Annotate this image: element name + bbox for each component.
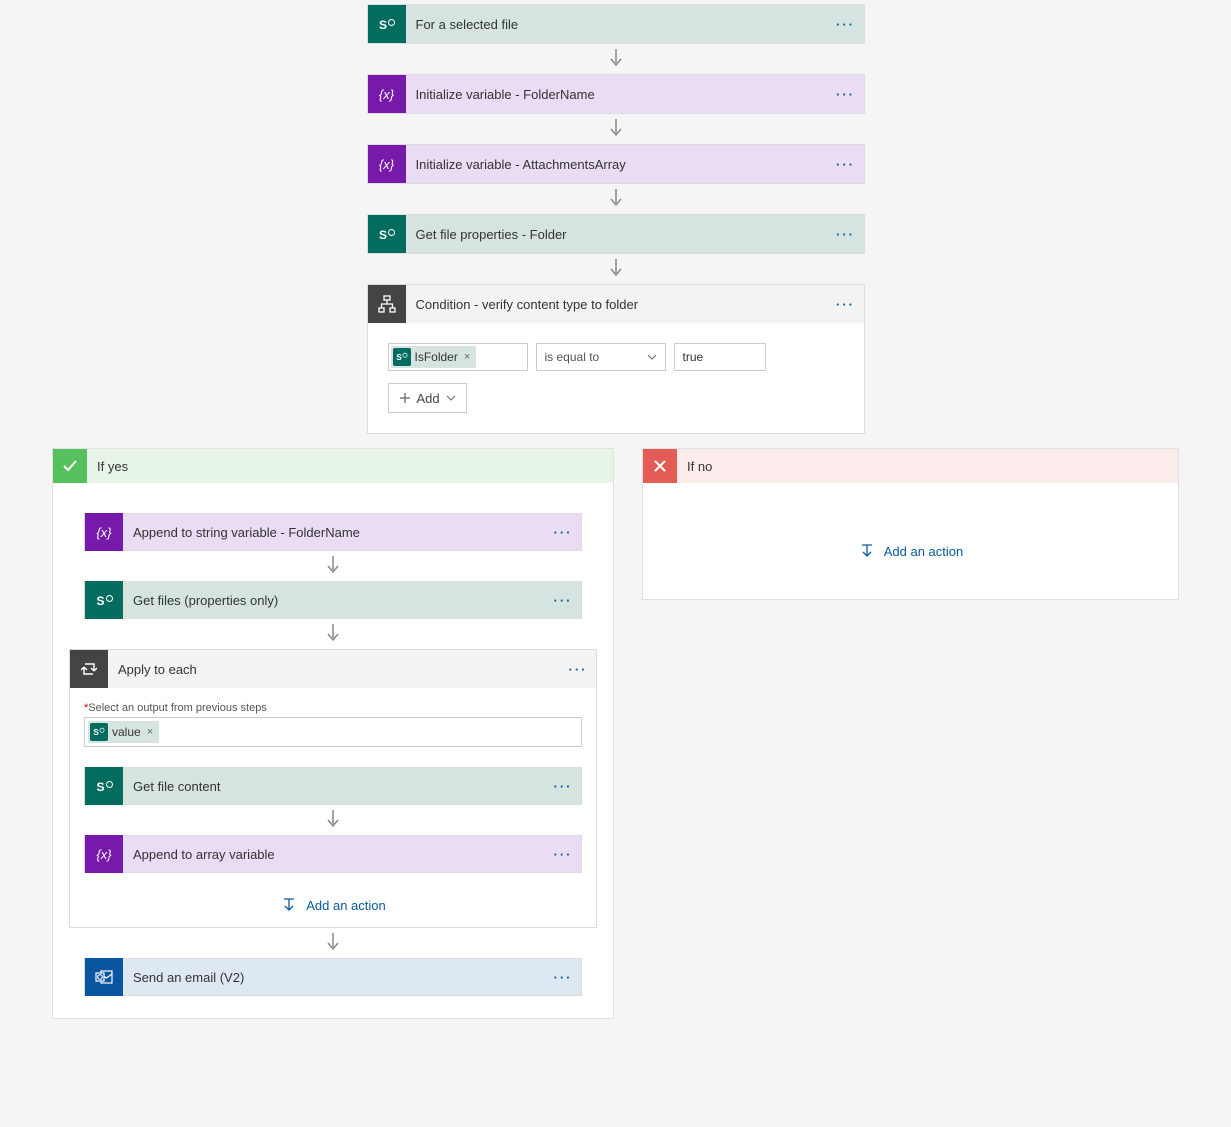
branch-header-no: If no: [643, 449, 1178, 483]
step-send-email[interactable]: Send an email (V2) ···: [84, 958, 582, 996]
more-icon[interactable]: ···: [545, 593, 581, 608]
more-icon[interactable]: ···: [560, 662, 596, 677]
flow-arrow: [325, 551, 341, 581]
step-title: Append to array variable: [123, 847, 545, 862]
more-icon[interactable]: ···: [828, 87, 864, 102]
chip-remove-icon[interactable]: ×: [464, 351, 470, 363]
more-icon[interactable]: ···: [545, 779, 581, 794]
sharepoint-icon: [85, 581, 123, 619]
add-condition-button[interactable]: Add: [388, 383, 467, 413]
add-action-button[interactable]: Add an action: [858, 543, 964, 559]
branch-label: If no: [677, 459, 712, 474]
step-title: Condition - verify content type to folde…: [406, 297, 828, 312]
add-action-label: Add an action: [306, 898, 386, 913]
step-condition[interactable]: Condition - verify content type to folde…: [367, 284, 865, 434]
add-label: Add: [417, 391, 440, 406]
chevron-down-icon: [446, 395, 456, 401]
step-init-foldername[interactable]: {x} Initialize variable - FolderName ···: [367, 74, 865, 114]
flow-arrow: [325, 928, 341, 958]
more-icon[interactable]: ···: [545, 847, 581, 862]
step-get-file-properties[interactable]: Get file properties - Folder ···: [367, 214, 865, 254]
step-title: Initialize variable - FolderName: [406, 87, 828, 102]
step-init-attachmentsarray[interactable]: {x} Initialize variable - AttachmentsArr…: [367, 144, 865, 184]
step-append-string[interactable]: {x} Append to string variable - FolderNa…: [84, 513, 582, 551]
dynamic-content-chip[interactable]: value ×: [88, 721, 159, 743]
step-title: Get file properties - Folder: [406, 227, 828, 242]
condition-operator-select[interactable]: is equal to: [536, 343, 666, 371]
flow-arrow: [608, 44, 624, 74]
step-get-files[interactable]: Get files (properties only) ···: [84, 581, 582, 619]
loop-icon: [70, 650, 108, 688]
branch-if-no: If no Add an action: [642, 448, 1179, 600]
sharepoint-icon: [85, 767, 123, 805]
step-append-array[interactable]: {x} Append to array variable ···: [84, 835, 582, 873]
step-title: Get files (properties only): [123, 593, 545, 608]
add-action-button[interactable]: Add an action: [280, 897, 386, 913]
chip-label: value: [112, 725, 141, 739]
condition-lhs-input[interactable]: IsFolder ×: [388, 343, 528, 371]
sharepoint-icon: [393, 348, 411, 366]
dynamic-content-chip[interactable]: IsFolder ×: [391, 346, 477, 368]
step-apply-to-each[interactable]: Apply to each ··· *Select an output from…: [69, 649, 597, 928]
variable-icon: {x}: [368, 75, 406, 113]
step-title: Append to string variable - FolderName: [123, 525, 545, 540]
variable-icon: {x}: [368, 145, 406, 183]
step-for-selected-file[interactable]: For a selected file ···: [367, 4, 865, 44]
step-title: Get file content: [123, 779, 545, 794]
more-icon[interactable]: ···: [545, 970, 581, 985]
step-title: Apply to each: [108, 662, 560, 677]
condition-icon: [368, 285, 406, 323]
close-icon: [643, 449, 677, 483]
sharepoint-icon: [90, 723, 108, 741]
outlook-icon: [85, 958, 123, 996]
branch-label: If yes: [87, 459, 128, 474]
condition-rhs-input[interactable]: true: [674, 343, 766, 371]
condition-body: IsFolder × is equal to true Add: [368, 323, 864, 433]
chip-label: IsFolder: [415, 350, 458, 364]
add-action-label: Add an action: [884, 544, 964, 559]
foreach-input-field[interactable]: value ×: [84, 717, 582, 747]
flow-canvas: For a selected file ··· {x} Initialize v…: [0, 0, 1231, 1059]
flow-arrow: [608, 254, 624, 284]
sharepoint-icon: [368, 215, 406, 253]
more-icon[interactable]: ···: [828, 227, 864, 242]
chevron-down-icon: [647, 354, 657, 360]
select-value: is equal to: [545, 350, 600, 364]
more-icon[interactable]: ···: [828, 297, 864, 312]
step-title: Initialize variable - AttachmentsArray: [406, 157, 828, 172]
foreach-input-label: *Select an output from previous steps: [84, 702, 267, 714]
step-title: For a selected file: [406, 17, 828, 32]
flow-arrow: [325, 619, 341, 649]
chip-remove-icon[interactable]: ×: [147, 726, 153, 738]
sharepoint-icon: [368, 5, 406, 43]
flow-arrow: [325, 805, 341, 835]
variable-icon: {x}: [85, 513, 123, 551]
branch-if-yes: If yes {x} Append to string variable - F…: [52, 448, 614, 1019]
more-icon[interactable]: ···: [828, 157, 864, 172]
step-get-file-content[interactable]: Get file content ···: [84, 767, 582, 805]
check-icon: [53, 449, 87, 483]
flow-arrow: [608, 114, 624, 144]
variable-icon: {x}: [85, 835, 123, 873]
more-icon[interactable]: ···: [828, 17, 864, 32]
plus-icon: [399, 392, 411, 404]
step-title: Send an email (V2): [123, 970, 545, 985]
flow-arrow: [608, 184, 624, 214]
rhs-value: true: [683, 350, 704, 364]
branch-header-yes: If yes: [53, 449, 613, 483]
more-icon[interactable]: ···: [545, 525, 581, 540]
